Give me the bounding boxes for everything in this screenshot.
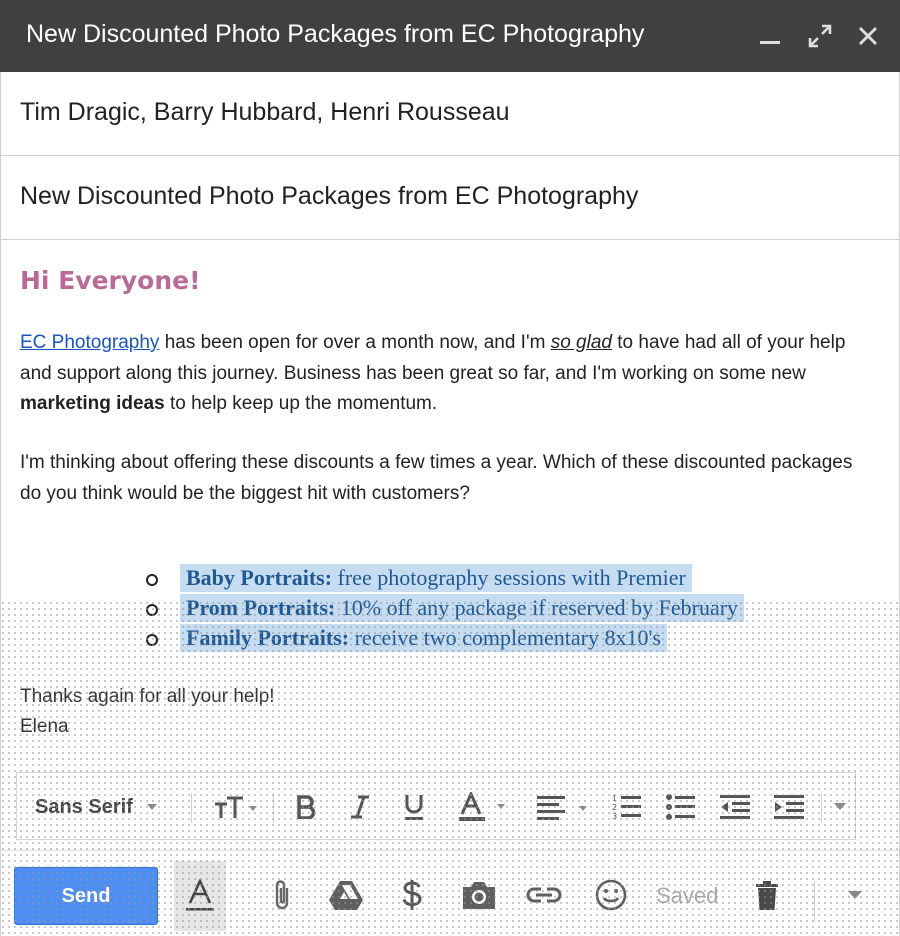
send-money-button[interactable] xyxy=(398,877,426,913)
indent-more-icon xyxy=(774,795,804,819)
subject-text: New Discounted Photo Packages from EC Ph… xyxy=(20,182,639,210)
italic-button[interactable] xyxy=(347,791,373,823)
svg-text:3: 3 xyxy=(612,812,617,821)
close-icon xyxy=(858,26,878,46)
send-button[interactable]: Send xyxy=(14,867,158,925)
underline-button[interactable] xyxy=(401,791,427,823)
sign-off-text: Thanks again for all your help! xyxy=(20,686,275,707)
compose-title-bar: New Discounted Photo Packages from EC Ph… xyxy=(0,0,900,72)
signature-name: Elena xyxy=(20,716,69,737)
minimize-button[interactable] xyxy=(756,22,784,50)
compose-action-bar: Send Saved xyxy=(0,850,900,936)
bold-text: marketing ideas xyxy=(20,393,165,414)
intro-paragraph: EC Photography has been open for over a … xyxy=(20,332,846,414)
indent-less-icon xyxy=(720,795,750,819)
bullet-icon xyxy=(146,574,158,586)
toolbar-divider xyxy=(273,793,274,823)
align-button[interactable] xyxy=(535,791,593,823)
svg-text:2: 2 xyxy=(612,803,617,812)
numbered-list-icon: 123 xyxy=(612,794,641,821)
chevron-down-icon xyxy=(146,804,157,810)
minimize-icon xyxy=(760,41,780,44)
font-family-select[interactable]: Sans Serif xyxy=(35,791,185,823)
greeting-heading: Hi Everyone! xyxy=(20,266,201,295)
chevron-down-icon xyxy=(848,890,862,899)
package-text: Prom Portraits: 10% off any package if r… xyxy=(180,594,745,622)
bullet-icon xyxy=(146,604,158,616)
ec-photography-link[interactable]: EC Photography xyxy=(20,332,159,353)
formatting-toolbar: Sans Serif 1 2 3 xyxy=(16,772,856,840)
underline-icon xyxy=(405,795,423,820)
discard-draft-button[interactable] xyxy=(752,877,782,913)
window-title: New Discounted Photo Packages from EC Ph… xyxy=(26,20,645,48)
font-family-value: Sans Serif xyxy=(35,795,133,818)
package-text: Family Portraits: receive two complement… xyxy=(180,624,667,652)
drive-icon xyxy=(329,881,363,910)
bullet-icon xyxy=(146,634,158,646)
insert-emoji-button[interactable] xyxy=(594,877,628,913)
italic-icon xyxy=(351,795,369,819)
svg-text:1: 1 xyxy=(612,794,617,803)
text-size-icon xyxy=(215,796,257,818)
text-color-icon xyxy=(459,792,505,821)
recipients-text: Tim Dragic, Barry Hubbard, Henri Roussea… xyxy=(20,98,510,126)
attach-file-button[interactable] xyxy=(268,877,296,913)
align-icon xyxy=(537,796,587,820)
indent-less-button[interactable] xyxy=(719,791,751,823)
more-formatting-icon xyxy=(834,803,846,810)
numbered-list-button[interactable]: 123 xyxy=(611,791,643,823)
money-icon xyxy=(402,880,422,910)
indent-more-button[interactable] xyxy=(773,791,805,823)
fullscreen-button[interactable] xyxy=(806,22,834,50)
camera-icon xyxy=(463,882,495,909)
subject-field[interactable]: New Discounted Photo Packages from EC Ph… xyxy=(0,156,900,240)
text-size-button[interactable] xyxy=(207,791,263,823)
formatting-toggle-icon xyxy=(186,879,214,911)
save-status: Saved xyxy=(656,883,719,908)
attach-icon xyxy=(275,880,289,910)
signature-block: Thanks again for all your help! Elena xyxy=(20,682,275,742)
toolbar-divider xyxy=(821,793,822,823)
trash-icon xyxy=(756,881,778,910)
formatting-toggle-button[interactable] xyxy=(174,861,226,931)
close-button[interactable] xyxy=(854,22,882,50)
insert-photo-button[interactable] xyxy=(460,877,498,913)
insert-link-button[interactable] xyxy=(524,877,564,913)
emoji-icon xyxy=(595,879,627,911)
more-formatting-button[interactable] xyxy=(829,791,851,823)
bold-button[interactable] xyxy=(293,791,319,823)
recipients-field[interactable]: Tim Dragic, Barry Hubbard, Henri Roussea… xyxy=(0,72,900,156)
expand-icon xyxy=(808,24,832,48)
bulleted-list-icon xyxy=(666,794,695,820)
bold-icon xyxy=(297,795,316,819)
toolbar-divider xyxy=(191,793,192,823)
emphasis-text: so glad xyxy=(550,332,612,353)
bulleted-list-button[interactable] xyxy=(665,791,697,823)
action-divider xyxy=(814,881,815,921)
insert-drive-button[interactable] xyxy=(328,877,364,913)
package-text: Baby Portraits: free photography session… xyxy=(180,564,692,592)
link-icon xyxy=(526,887,562,903)
more-options-button[interactable] xyxy=(840,877,870,913)
text-color-button[interactable] xyxy=(455,791,511,823)
question-paragraph: I'm thinking about offering these discou… xyxy=(20,452,853,504)
